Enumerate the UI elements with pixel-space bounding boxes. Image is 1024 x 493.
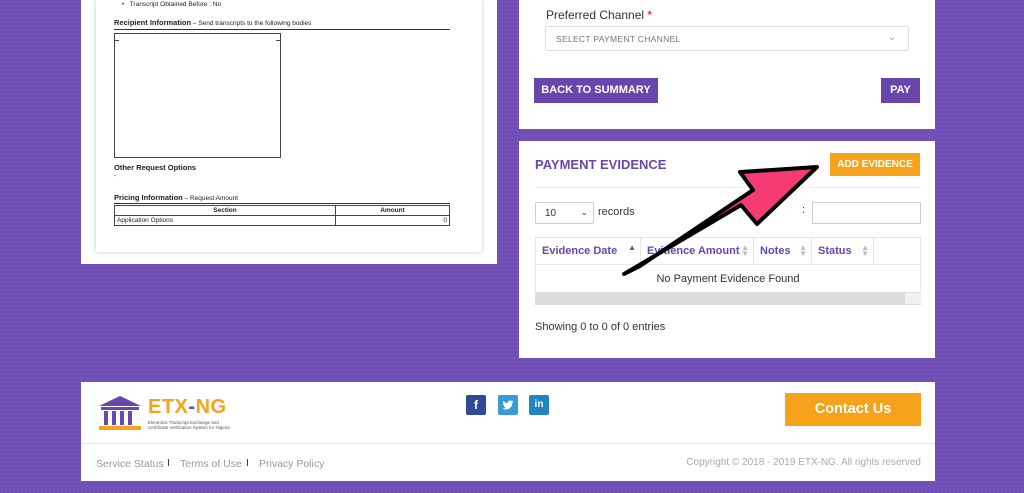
search-label: : bbox=[802, 204, 806, 216]
link-separator: I bbox=[167, 457, 170, 469]
sort-icon: ▲ ▼ bbox=[861, 243, 869, 258]
section-divider bbox=[535, 187, 921, 188]
etx-ng-logo[interactable]: ETX-NG Electronic Transcript Exchange an… bbox=[96, 394, 236, 432]
column-header-label: Notes bbox=[760, 245, 791, 257]
linkedin-icon[interactable]: in bbox=[529, 395, 549, 415]
pricing-header-row: Section Amount bbox=[114, 205, 450, 216]
pricing-cell-amount: 0 bbox=[335, 215, 450, 226]
column-header-notes[interactable]: Notes ▲ ▼ bbox=[753, 237, 812, 265]
payment-channel-select[interactable]: SELECT PAYMENT CHANNEL ⌄ bbox=[545, 26, 909, 51]
chevron-down-icon: ⌄ bbox=[887, 32, 896, 43]
footer: ETX-NG Electronic Transcript Exchange an… bbox=[81, 382, 935, 481]
sort-asc-icon: ▲ bbox=[628, 243, 636, 252]
service-status-link[interactable]: Service Status bbox=[96, 458, 164, 470]
recipient-heading: Recipient Information – Send transcripts… bbox=[114, 18, 311, 27]
logo-wordmark: ETX-NG bbox=[148, 396, 227, 419]
entries-info: Showing 0 to 0 of 0 entries bbox=[535, 321, 666, 333]
institution-building-icon bbox=[99, 396, 141, 430]
document-preview-panel: • Transcript Obtained Before : No Recipi… bbox=[81, 0, 497, 264]
preferred-channel-label-text: Preferred Channel bbox=[546, 8, 645, 22]
recipient-heading-text: Recipient Information bbox=[114, 18, 192, 27]
evidence-table: Evidence Date ▲ Evidence Amount ▲ ▼ Notes ▲ ▼… bbox=[535, 237, 921, 293]
pricing-subheading: – Request Amount bbox=[182, 195, 239, 202]
search-input[interactable] bbox=[812, 202, 921, 224]
box-corner-mark bbox=[114, 40, 119, 41]
payment-evidence-panel: PAYMENT EVIDENCE ADD EVIDENCE 10 ⌄ recor… bbox=[519, 141, 935, 358]
logo-wordmark-part: NG bbox=[195, 396, 227, 418]
footer-divider bbox=[81, 443, 935, 444]
pricing-cell-section: Application Options bbox=[114, 215, 336, 226]
payment-form-panel: Preferred Channel * SELECT PAYMENT CHANN… bbox=[519, 0, 935, 129]
payment-channel-placeholder: SELECT PAYMENT CHANNEL bbox=[556, 34, 681, 44]
logo-wordmark-dash: - bbox=[188, 396, 196, 418]
empty-table-message: No Payment Evidence Found bbox=[535, 264, 921, 293]
link-separator: I bbox=[246, 457, 249, 469]
records-label: records bbox=[598, 206, 635, 218]
table-row: Application Options 0 bbox=[114, 215, 450, 226]
table-row: No Payment Evidence Found bbox=[535, 264, 921, 293]
recipient-box bbox=[114, 33, 281, 158]
back-to-summary-button[interactable]: BACK TO SUMMARY bbox=[534, 78, 658, 103]
logo-wordmark-part: ETX bbox=[148, 396, 189, 418]
doc-bullet-item: • Transcript Obtained Before : No bbox=[122, 1, 222, 8]
add-evidence-button[interactable]: ADD EVIDENCE bbox=[830, 153, 920, 176]
column-header-label: Evidence Date bbox=[542, 245, 618, 257]
logo-tagline: Electronic Transcript Exchange and Certi… bbox=[148, 420, 230, 430]
payment-evidence-title: PAYMENT EVIDENCE bbox=[535, 157, 667, 172]
column-header-status[interactable]: Status ▲ ▼ bbox=[811, 237, 874, 265]
preferred-channel-label: Preferred Channel * bbox=[546, 8, 652, 22]
records-per-page-select[interactable]: 10 ⌄ bbox=[535, 202, 594, 224]
column-header-empty bbox=[873, 237, 921, 265]
box-corner-mark bbox=[276, 40, 281, 41]
recipient-subheading: – Send transcripts to the following bodi… bbox=[191, 20, 312, 27]
records-per-page-value: 10 bbox=[545, 208, 557, 219]
other-options-heading: Other Request Options bbox=[114, 163, 197, 172]
pricing-col-amount: Amount bbox=[335, 205, 450, 216]
copyright-text: Copyright © 2018 - 2019 ETX-NG. All righ… bbox=[686, 457, 921, 468]
pay-button[interactable]: PAY bbox=[881, 78, 920, 103]
terms-of-use-link[interactable]: Terms of Use bbox=[180, 458, 242, 470]
other-options-value: - bbox=[114, 173, 117, 180]
horizontal-scrollbar[interactable] bbox=[535, 292, 921, 305]
pricing-heading-text: Pricing Information bbox=[114, 193, 183, 202]
pricing-table: Section Amount Application Options 0 bbox=[114, 205, 450, 226]
contact-us-button[interactable]: Contact Us bbox=[785, 393, 921, 426]
twitter-bird-glyph bbox=[502, 400, 514, 410]
pricing-col-section: Section bbox=[114, 205, 336, 216]
chevron-down-icon: ⌄ bbox=[580, 207, 588, 217]
doc-bullet-text: Transcript Obtained Before : No bbox=[129, 1, 222, 8]
evidence-header-row: Evidence Date ▲ Evidence Amount ▲ ▼ Notes ▲ ▼… bbox=[535, 237, 921, 265]
scrollbar-thumb[interactable] bbox=[905, 293, 921, 304]
pricing-heading: Pricing Information – Request Amount bbox=[114, 193, 238, 202]
sort-icon: ▲ ▼ bbox=[799, 243, 807, 258]
privacy-policy-link[interactable]: Privacy Policy bbox=[259, 458, 324, 470]
column-header-evidence-date[interactable]: Evidence Date ▲ bbox=[535, 237, 641, 265]
doc-divider bbox=[114, 29, 450, 30]
transcript-document-page: • Transcript Obtained Before : No Recipi… bbox=[96, 0, 482, 252]
column-header-label: Status bbox=[818, 245, 852, 257]
facebook-icon[interactable]: f bbox=[466, 395, 486, 415]
required-mark: * bbox=[647, 8, 653, 22]
doc-divider bbox=[114, 203, 450, 204]
sort-icon: ▲ ▼ bbox=[741, 243, 749, 258]
column-header-label: Evidence Amount bbox=[647, 245, 740, 257]
column-header-evidence-amount[interactable]: Evidence Amount ▲ ▼ bbox=[640, 237, 754, 265]
twitter-icon[interactable] bbox=[498, 395, 518, 415]
